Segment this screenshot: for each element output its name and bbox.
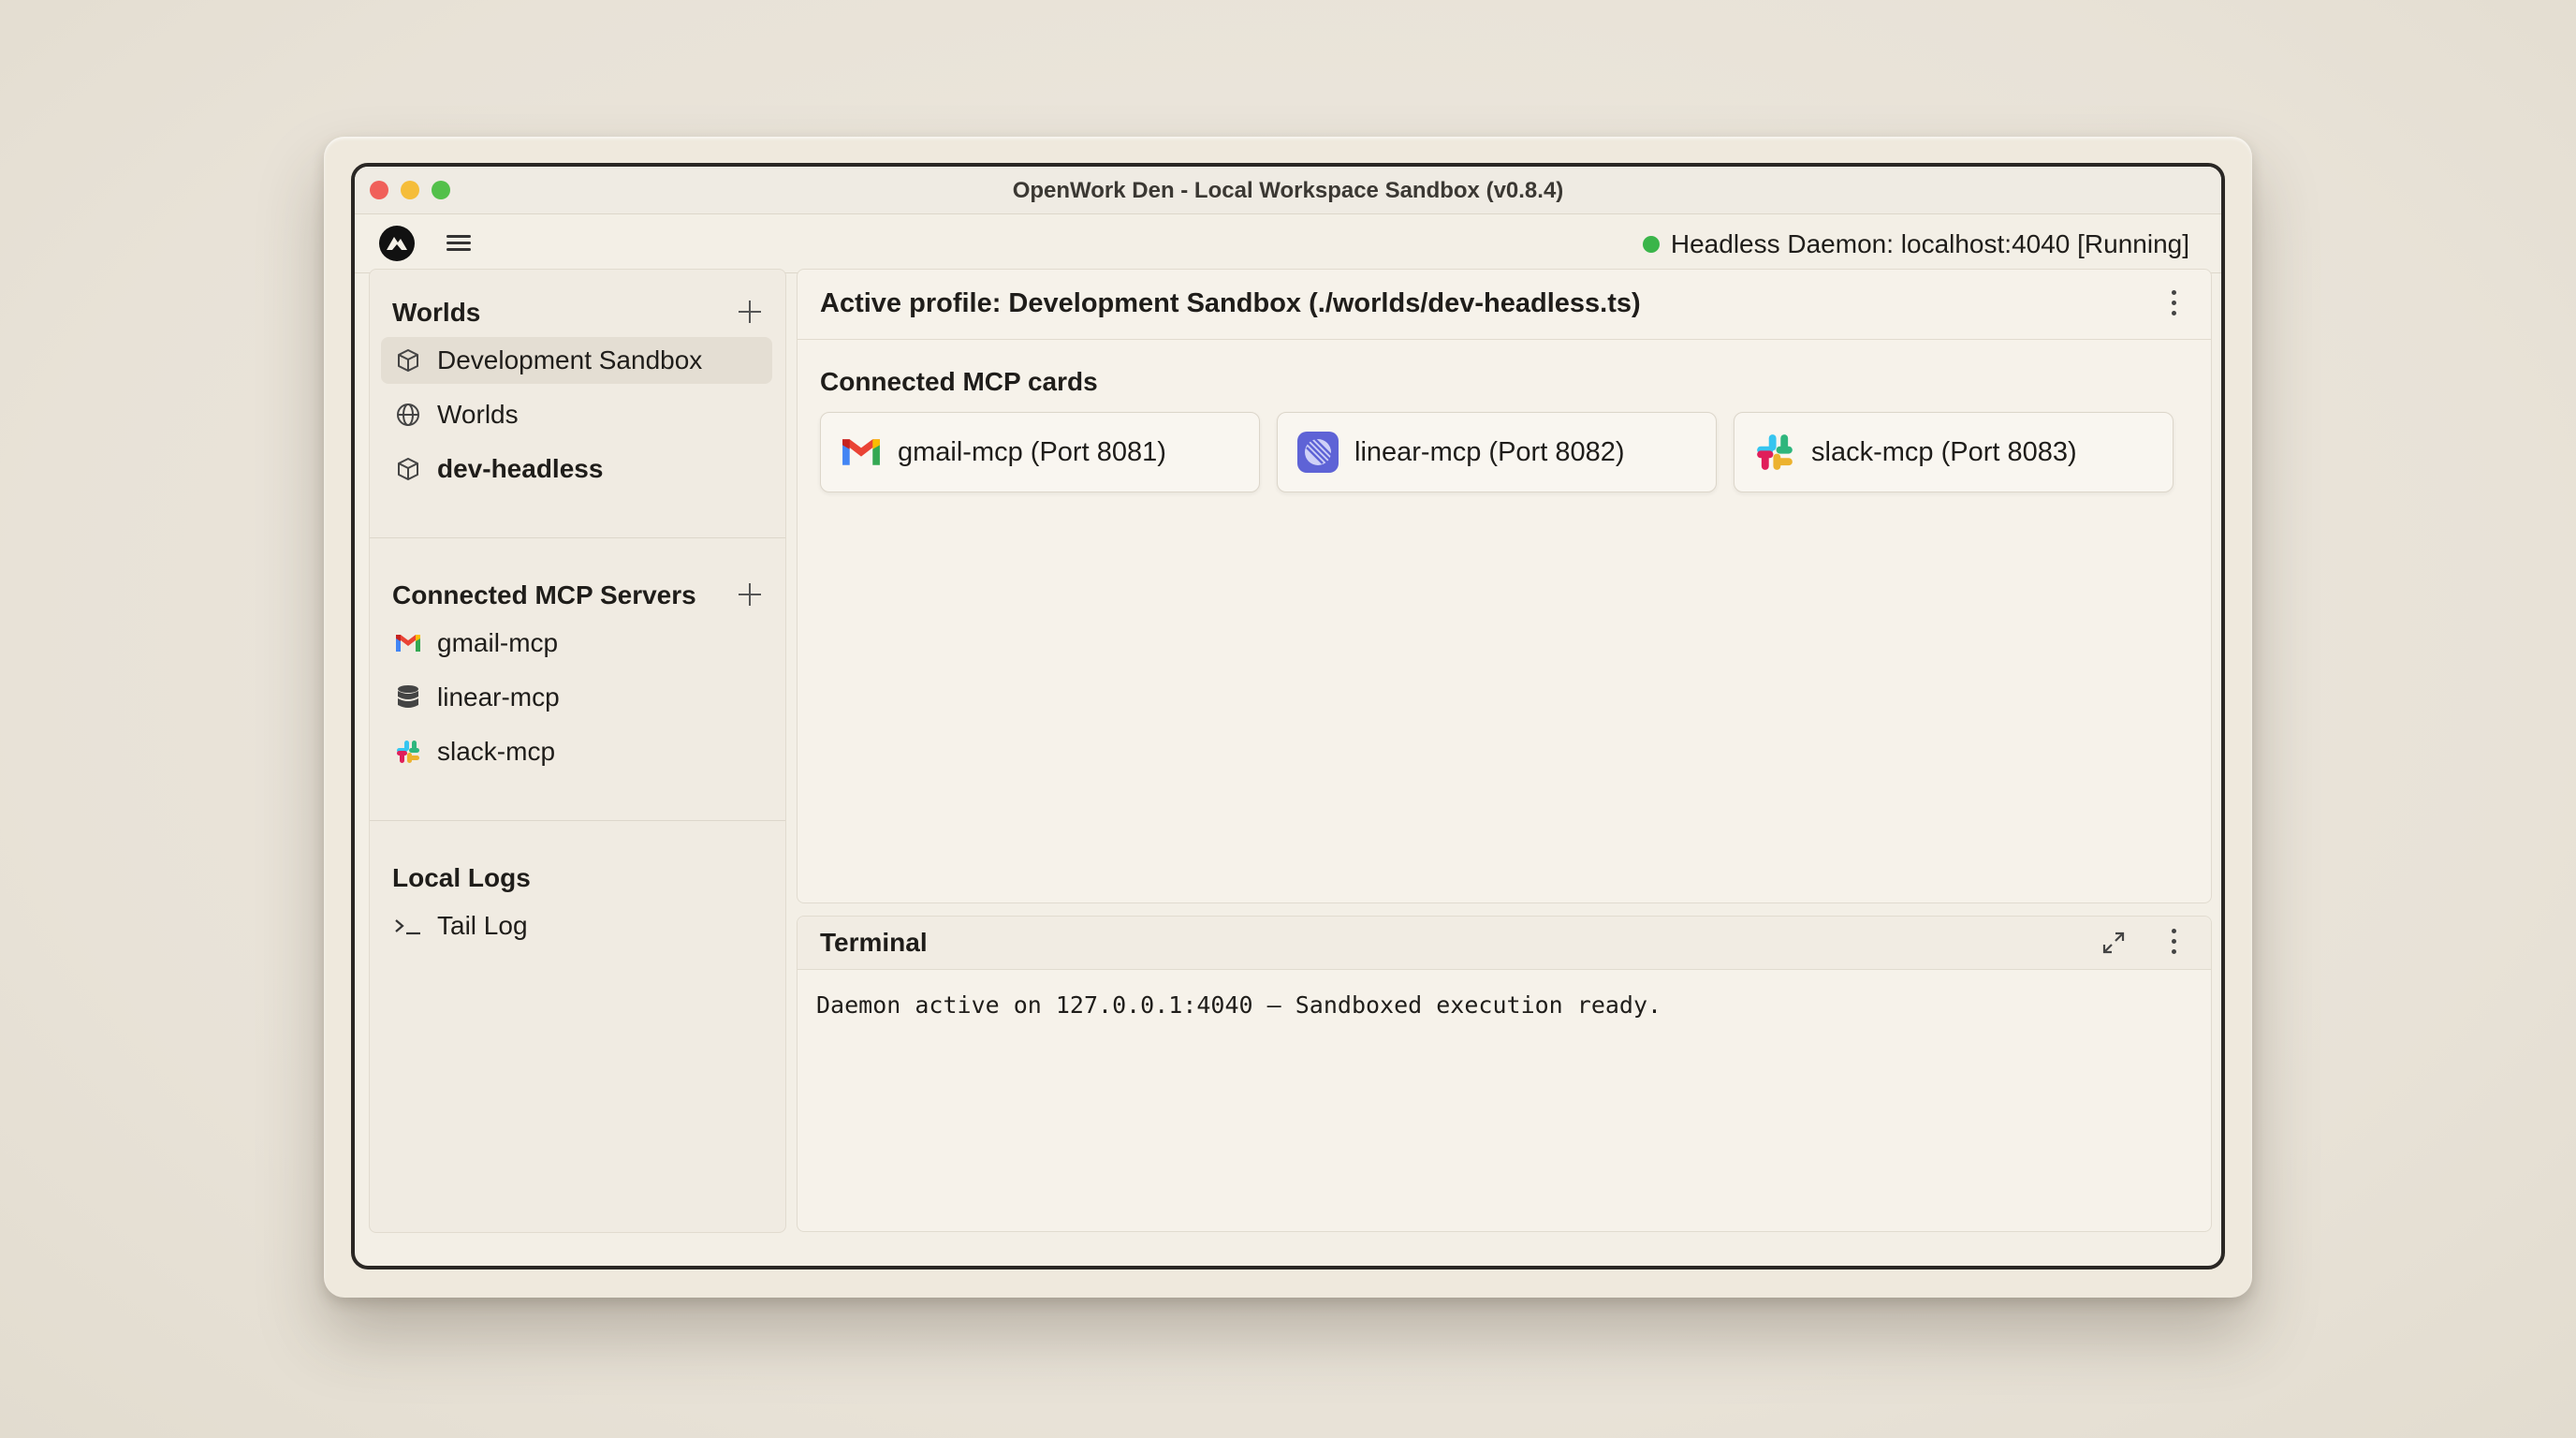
add-server-icon[interactable] [739,583,761,606]
sidebar-divider [370,820,785,821]
terminal-header: Terminal [798,917,2211,970]
sidebar-divider [370,537,785,538]
terminal-title: Terminal [820,928,928,957]
terminal-options-icon[interactable] [2170,929,2177,957]
terminal-output: Daemon active on 127.0.0.1:4040 – Sandbo… [816,991,1662,1019]
connected-cards-heading: Connected MCP cards [820,367,1098,396]
sidebar-item-gmail-mcp[interactable]: gmail-mcp [381,620,772,667]
sidebar-item-linear-mcp[interactable]: linear-mcp [381,674,772,721]
sidebar-item-label: linear-mcp [437,682,560,712]
sidebar-item-label: Worlds [437,400,519,429]
terminal-panel: Terminal Daemon active on 127.0.0.1:4040… [797,916,2212,1232]
expand-icon[interactable] [2100,930,2127,956]
worlds-heading: Worlds [392,298,481,327]
sidebar: Worlds Development Sandbox Worlds dev-he… [369,269,786,1233]
more-options-icon[interactable] [2170,290,2177,318]
mcp-card-linear[interactable]: linear-mcp (Port 8082) [1277,412,1717,492]
card-label: linear-mcp (Port 8082) [1354,436,1625,467]
card-label: gmail-mcp (Port 8081) [898,436,1166,467]
terminal-prompt-icon [394,912,422,940]
cube-icon [394,346,422,374]
active-profile-panel: Active profile: Development Sandbox (./w… [797,269,2212,903]
sidebar-item-slack-mcp[interactable]: slack-mcp [381,728,772,775]
card-label: slack-mcp (Port 8083) [1811,436,2077,467]
window-content: Worlds Development Sandbox Worlds dev-he… [355,167,2221,1266]
linear-icon [1296,431,1339,474]
add-world-icon[interactable] [739,301,761,323]
gmail-icon [840,431,883,474]
sidebar-item-dev-headless[interactable]: dev-headless [381,446,772,492]
slack-icon [394,738,422,766]
active-profile-title: Active profile: Development Sandbox (./w… [820,288,1641,318]
sidebar-item-label: slack-mcp [437,737,556,766]
sidebar-item-label: Tail Log [437,911,528,940]
sidebar-item-label: Development Sandbox [437,345,703,374]
gmail-icon [394,629,422,657]
sidebar-item-development-sandbox[interactable]: Development Sandbox [381,337,772,384]
slack-icon [1753,431,1796,474]
local-logs-heading: Local Logs [392,863,531,892]
globe-icon [394,401,422,429]
sidebar-item-worlds[interactable]: Worlds [381,391,772,438]
mcp-card-gmail[interactable]: gmail-mcp (Port 8081) [820,412,1260,492]
connected-servers-heading: Connected MCP Servers [392,580,696,609]
database-icon [394,683,422,712]
sidebar-item-tail-log[interactable]: Tail Log [381,902,772,949]
mcp-card-slack[interactable]: slack-mcp (Port 8083) [1734,412,2174,492]
panel-header: Active profile: Development Sandbox (./w… [798,270,2211,340]
sidebar-item-label: dev-headless [437,454,604,483]
sidebar-item-label: gmail-mcp [437,628,559,657]
cube-icon [394,455,422,483]
